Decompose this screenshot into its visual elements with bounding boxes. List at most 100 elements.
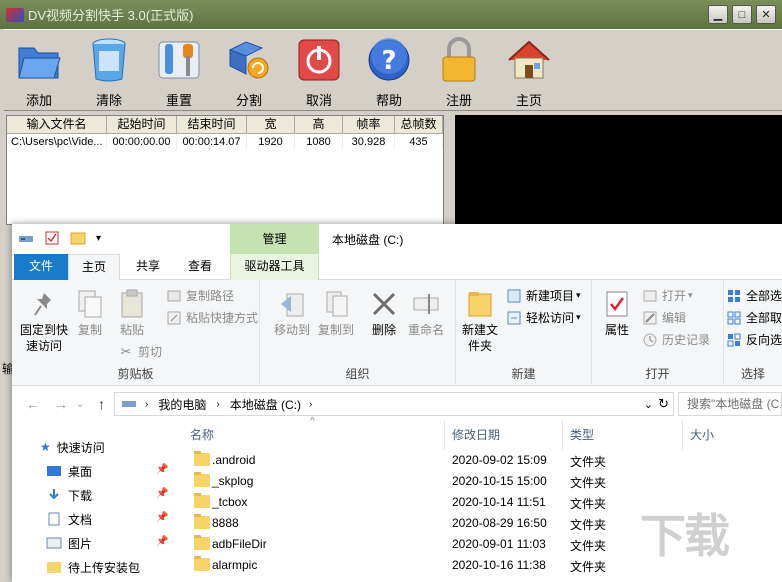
sort-up-icon: ^ bbox=[310, 416, 315, 427]
tab-home[interactable]: 主页 bbox=[68, 254, 120, 281]
column-type[interactable]: 类型 bbox=[570, 426, 594, 443]
column-divider[interactable] bbox=[562, 420, 563, 450]
column-name[interactable]: 名称 bbox=[190, 426, 214, 443]
nav-pictures[interactable]: 图片 bbox=[46, 532, 92, 554]
file-row[interactable]: .android 2020-09-02 15:09 文件夹 bbox=[182, 450, 782, 471]
nav-downloads[interactable]: 下载 bbox=[46, 484, 92, 506]
column-header[interactable]: 结束时间 bbox=[177, 116, 247, 133]
tab-file[interactable]: 文件 bbox=[14, 254, 68, 280]
trash-icon bbox=[85, 36, 133, 84]
folder-icon bbox=[194, 535, 210, 550]
edit-button[interactable]: 编辑 bbox=[642, 309, 686, 326]
video-preview bbox=[455, 115, 782, 225]
copy-button[interactable]: 复制 bbox=[74, 288, 106, 338]
minimize-button[interactable]: ▁ bbox=[708, 5, 728, 24]
new-item-button[interactable]: 新建项目 ▾ bbox=[506, 287, 581, 304]
column-header[interactable]: 高 bbox=[295, 116, 343, 133]
tab-view[interactable]: 查看 bbox=[174, 254, 226, 280]
nav-documents[interactable]: 文档 bbox=[46, 508, 92, 530]
table-row[interactable]: C:\Users\pc\Vide... 00:00:00.00 00:00:14… bbox=[7, 134, 443, 150]
pictures-icon bbox=[46, 537, 62, 549]
breadcrumb-my-computer[interactable]: 我的电脑 bbox=[158, 396, 206, 413]
properties-button[interactable]: 属性 bbox=[600, 288, 634, 338]
maximize-button[interactable]: □ bbox=[732, 5, 752, 24]
nav-quick-access[interactable]: ★ 快速访问 bbox=[40, 436, 105, 458]
add-button[interactable]: 添加 bbox=[4, 30, 74, 112]
homepage-button[interactable]: 主页 bbox=[494, 30, 564, 112]
table-cell: 1080 bbox=[295, 134, 343, 150]
tab-share[interactable]: 共享 bbox=[122, 254, 174, 280]
up-arrow-icon[interactable]: ↑ bbox=[98, 396, 105, 412]
quick-access-toolbar: ▾ bbox=[18, 231, 101, 245]
address-bar[interactable]: › 我的电脑 › 本地磁盘 (C:) › ⌄ ↻ bbox=[114, 392, 674, 416]
register-button[interactable]: 注册 bbox=[424, 30, 494, 112]
column-divider[interactable] bbox=[444, 420, 445, 450]
folder-icon bbox=[194, 493, 210, 508]
invert-selection-button[interactable]: 反向选 bbox=[726, 331, 782, 348]
file-row[interactable]: _skplog 2020-10-15 15:00 文件夹 bbox=[182, 471, 782, 492]
tab-drive-tools[interactable]: 驱动器工具 bbox=[230, 254, 319, 280]
pin-icon[interactable]: 📌 bbox=[156, 512, 168, 523]
drive-icon[interactable] bbox=[18, 231, 34, 245]
column-divider[interactable] bbox=[682, 420, 683, 450]
search-input[interactable]: 搜索"本地磁盘 (C:)" bbox=[678, 392, 782, 416]
organize-group: 移动到 复制到 删除 重命名 组织 bbox=[260, 280, 456, 386]
cancel-button[interactable]: 取消 bbox=[284, 30, 354, 112]
folder-icon bbox=[194, 514, 210, 529]
rename-icon bbox=[410, 288, 442, 320]
star-icon: ★ bbox=[40, 440, 51, 454]
copy-path-button[interactable]: 复制路径 bbox=[166, 287, 234, 304]
nav-desktop[interactable]: 桌面 bbox=[46, 460, 92, 482]
new-folder-icon[interactable] bbox=[70, 231, 86, 245]
column-header[interactable]: 起始时间 bbox=[107, 116, 177, 133]
split-button[interactable]: 分割 bbox=[214, 30, 284, 112]
reset-button[interactable]: 重置 bbox=[144, 30, 214, 112]
table-cell: 00:00:14.07 bbox=[177, 134, 247, 150]
delete-x-icon bbox=[368, 288, 400, 320]
refresh-icon[interactable]: ↻ bbox=[658, 396, 669, 412]
help-button[interactable]: ? 帮助 bbox=[354, 30, 424, 112]
open-button[interactable]: 打开 ▾ bbox=[642, 287, 693, 304]
select-all-button[interactable]: 全部选 bbox=[726, 287, 782, 304]
copy-to-button[interactable]: 复制到 bbox=[316, 288, 356, 338]
select-none-button[interactable]: 全部取 bbox=[726, 309, 782, 326]
nav-pending-upload[interactable]: 待上传安装包 bbox=[46, 556, 140, 578]
history-button[interactable]: 历史记录 bbox=[642, 331, 710, 348]
address-dropdown-icon[interactable]: ⌄ bbox=[644, 398, 653, 411]
folder-icon bbox=[15, 36, 63, 84]
close-button[interactable]: ✕ bbox=[756, 5, 776, 24]
breadcrumb-local-disk[interactable]: 本地磁盘 (C:) bbox=[230, 396, 301, 413]
clipboard-icon bbox=[116, 288, 148, 320]
back-arrow-icon[interactable]: ← bbox=[26, 396, 40, 412]
clear-button[interactable]: 清除 bbox=[74, 30, 144, 112]
column-size[interactable]: 大小 bbox=[690, 426, 714, 443]
invert-selection-icon bbox=[726, 332, 742, 348]
cut-button[interactable]: ✂ 剪切 bbox=[118, 343, 162, 360]
column-header[interactable]: 输入文件名 bbox=[7, 116, 107, 133]
column-header[interactable]: 宽 bbox=[247, 116, 295, 133]
dv-window-title: DV视频分割快手 3.0(正式版) bbox=[28, 8, 194, 23]
watermark: 下载 bbox=[640, 510, 730, 562]
pin-icon[interactable]: 📌 bbox=[156, 488, 168, 499]
chevron-down-icon[interactable]: ▾ bbox=[96, 233, 101, 244]
new-folder-button[interactable]: 新建文件夹 bbox=[460, 288, 500, 354]
address-row: ← → ⌄ ↑ › 我的电脑 › 本地磁盘 (C:) › ⌄ ↻ 搜索"本地磁盘… bbox=[12, 392, 782, 418]
forward-arrow-icon[interactable]: → bbox=[54, 396, 68, 412]
paste-button[interactable]: 粘贴 bbox=[114, 288, 150, 338]
folder-icon bbox=[47, 562, 61, 573]
move-to-button[interactable]: 移动到 bbox=[272, 288, 312, 338]
easy-access-button[interactable]: 轻松访问 ▾ bbox=[506, 309, 581, 326]
column-date[interactable]: 修改日期 bbox=[452, 426, 500, 443]
shortcut-icon bbox=[166, 310, 182, 326]
rename-button[interactable]: 重命名 bbox=[406, 288, 446, 338]
pin-icon[interactable]: 📌 bbox=[156, 464, 168, 475]
pin-icon[interactable]: 📌 bbox=[156, 536, 168, 547]
properties-check-icon[interactable] bbox=[44, 231, 60, 245]
column-header[interactable]: 帧率 bbox=[343, 116, 395, 133]
chevron-down-icon[interactable]: ⌄ bbox=[76, 399, 84, 410]
column-header[interactable]: 总帧数 bbox=[395, 116, 443, 133]
paste-shortcut-button[interactable]: 粘贴快捷方式 bbox=[166, 309, 258, 326]
pin-quick-access-button[interactable]: 固定到快速访问 bbox=[18, 288, 70, 354]
delete-button[interactable]: 删除 bbox=[368, 288, 400, 338]
folder-icon bbox=[194, 472, 210, 487]
